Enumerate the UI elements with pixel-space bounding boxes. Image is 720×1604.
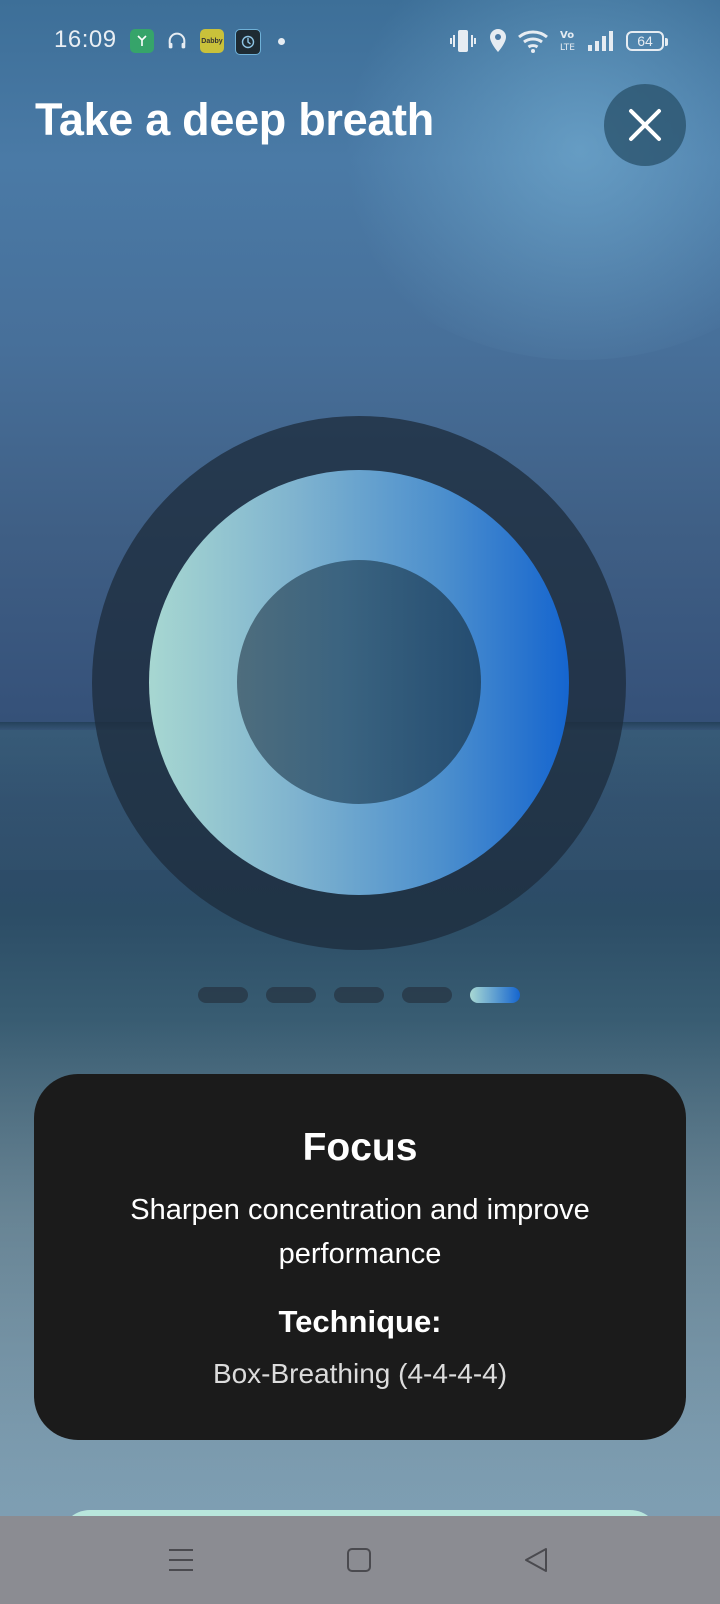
breathing-inner-circle	[237, 560, 481, 804]
close-button[interactable]	[604, 84, 686, 166]
menu-icon	[169, 1549, 193, 1571]
app-icon-dark	[235, 29, 261, 55]
location-icon	[490, 29, 506, 52]
dabby-icon: Dabby	[200, 29, 224, 53]
page-indicator	[198, 987, 520, 1003]
technique-label: Technique:	[278, 1304, 442, 1339]
card-description: Sharpen concentration and improve perfor…	[130, 1194, 590, 1270]
vibrate-icon	[450, 30, 476, 52]
back-icon	[525, 1548, 547, 1572]
nav-menu-button[interactable]	[141, 1516, 221, 1604]
system-nav-bar	[0, 1516, 720, 1604]
breathing-screen: 16:09 Dabby Vo LTE 64 Take a deep breath…	[0, 0, 720, 1604]
nav-home-button[interactable]	[319, 1516, 399, 1604]
page-indicator-dot[interactable]	[198, 987, 248, 1003]
battery-level: 64	[637, 33, 653, 49]
page-indicator-dot[interactable]	[266, 987, 316, 1003]
home-icon	[347, 1548, 371, 1572]
svg-text:Vo: Vo	[560, 30, 574, 41]
headphones-icon	[165, 29, 189, 53]
page-indicator-dot-active[interactable]	[470, 987, 520, 1003]
volte-icon: Vo LTE	[560, 30, 575, 53]
battery-icon: 64	[626, 31, 668, 51]
page-title: Take a deep breath	[35, 94, 434, 145]
technique-card: Focus Sharpen concentration and improve …	[34, 1074, 686, 1440]
app-icon-green	[130, 29, 154, 53]
card-title: Focus	[302, 1126, 418, 1169]
wifi-icon	[518, 30, 548, 53]
nav-back-button[interactable]	[496, 1516, 576, 1604]
more-notifications-dot	[278, 38, 285, 45]
technique-value: Box-Breathing (4-4-4-4)	[212, 1358, 508, 1389]
signal-icon	[588, 31, 613, 51]
svg-text:LTE: LTE	[560, 43, 575, 53]
close-icon	[629, 109, 661, 141]
status-time: 16:09	[54, 26, 117, 53]
status-bar: 16:09 Dabby Vo LTE 64	[0, 0, 720, 80]
page-indicator-dot[interactable]	[402, 987, 452, 1003]
page-indicator-dot[interactable]	[334, 987, 384, 1003]
